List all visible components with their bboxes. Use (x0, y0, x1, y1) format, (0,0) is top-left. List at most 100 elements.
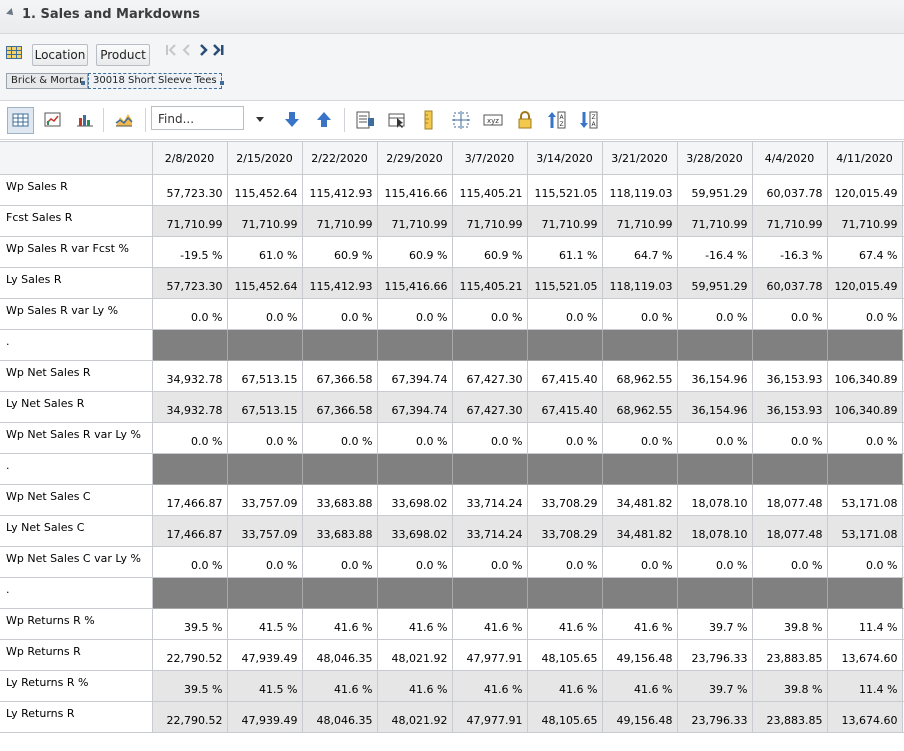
data-cell[interactable]: 0.0 % (376, 422, 453, 454)
data-cell[interactable]: 0.0 % (151, 546, 228, 578)
data-cell[interactable]: 36,154.96 (676, 391, 753, 423)
find-input[interactable]: Find... (151, 106, 244, 130)
data-cell[interactable]: 33,708.29 (526, 515, 603, 547)
data-cell[interactable]: 115,412.93 (301, 174, 378, 206)
data-cell[interactable]: 71,710.99 (751, 205, 828, 237)
data-cell[interactable]: 115,452.64 (226, 267, 303, 299)
last-page-icon[interactable] (213, 44, 224, 56)
data-cell[interactable]: 18,078.10 (676, 484, 753, 516)
data-cell[interactable] (376, 577, 453, 609)
data-cell[interactable] (301, 577, 378, 609)
data-cell[interactable]: 41.5 % (226, 670, 303, 702)
data-cell[interactable]: 67,394.74 (376, 360, 453, 392)
data-cell[interactable]: 23,883.85 (751, 639, 828, 671)
data-cell[interactable]: -16.3 % (751, 236, 828, 268)
data-cell[interactable]: 33,698.02 (376, 484, 453, 516)
row-label[interactable]: . (0, 329, 153, 361)
data-cell[interactable] (676, 453, 753, 485)
data-cell[interactable]: 48,021.92 (376, 639, 453, 671)
row-label[interactable]: Wp Net Sales C (0, 484, 153, 516)
row-label[interactable]: . (0, 577, 153, 609)
data-cell[interactable]: 39.7 % (676, 670, 753, 702)
sort-descending-icon[interactable]: ZA (577, 108, 601, 132)
data-cell[interactable] (376, 453, 453, 485)
data-cell[interactable]: -16.4 % (676, 236, 753, 268)
data-cell[interactable]: 0.0 % (376, 298, 453, 330)
row-label[interactable]: Wp Net Sales C var Ly % (0, 546, 153, 578)
find-dropdown-icon[interactable] (256, 117, 264, 122)
data-cell[interactable]: 33,757.09 (226, 515, 303, 547)
data-cell[interactable]: 60.9 % (301, 236, 378, 268)
column-header[interactable]: 2/15/2020 (226, 141, 303, 175)
data-cell[interactable]: 0.0 % (751, 422, 828, 454)
data-cell[interactable]: 23,883.85 (751, 701, 828, 733)
data-cell[interactable]: 47,977.91 (451, 639, 528, 671)
data-cell[interactable]: 0.0 % (526, 422, 603, 454)
data-cell[interactable]: 41.6 % (526, 608, 603, 640)
data-cell[interactable]: 23,796.33 (676, 701, 753, 733)
data-cell[interactable] (226, 453, 303, 485)
data-cell[interactable] (751, 577, 828, 609)
data-cell[interactable]: 39.7 % (676, 608, 753, 640)
data-cell[interactable]: 13,674.60 (826, 701, 903, 733)
data-cell[interactable]: 49,156.48 (601, 639, 678, 671)
data-cell[interactable]: 71,710.99 (451, 205, 528, 237)
data-cell[interactable]: 0.0 % (826, 422, 903, 454)
data-cell[interactable]: 60,037.78 (751, 174, 828, 206)
data-cell[interactable]: 67,415.40 (526, 360, 603, 392)
data-cell[interactable] (751, 453, 828, 485)
column-header[interactable]: 3/28/2020 (676, 141, 753, 175)
data-cell[interactable]: 0.0 % (826, 546, 903, 578)
row-label[interactable]: Wp Net Sales R var Ly % (0, 422, 153, 454)
data-cell[interactable] (151, 453, 228, 485)
data-cell[interactable]: 71,710.99 (301, 205, 378, 237)
breadcrumb-channel[interactable]: Brick & Mortar (6, 73, 89, 89)
table-icon[interactable] (6, 46, 22, 59)
data-cell[interactable]: 0.0 % (526, 546, 603, 578)
data-cell[interactable]: 64.7 % (601, 236, 678, 268)
data-cell[interactable]: 17,466.87 (151, 484, 228, 516)
chart-grid-icon[interactable] (41, 108, 65, 132)
data-cell[interactable]: 67,513.15 (226, 360, 303, 392)
data-cell[interactable]: 47,939.49 (226, 639, 303, 671)
data-cell[interactable]: 39.8 % (751, 608, 828, 640)
data-cell[interactable]: 0.0 % (526, 298, 603, 330)
data-cell[interactable]: 36,153.93 (751, 360, 828, 392)
data-cell[interactable]: 0.0 % (301, 546, 378, 578)
data-cell[interactable]: 61.0 % (226, 236, 303, 268)
data-cell[interactable]: 18,078.10 (676, 515, 753, 547)
data-cell[interactable]: 0.0 % (601, 298, 678, 330)
data-cell[interactable]: 0.0 % (676, 298, 753, 330)
data-cell[interactable]: 57,723.30 (151, 174, 228, 206)
data-cell[interactable]: 0.0 % (226, 546, 303, 578)
data-cell[interactable]: 71,710.99 (151, 205, 228, 237)
data-cell[interactable]: 33,714.24 (451, 515, 528, 547)
data-cell[interactable]: 115,405.21 (451, 267, 528, 299)
data-cell[interactable]: 57,723.30 (151, 267, 228, 299)
data-cell[interactable]: 61.1 % (526, 236, 603, 268)
data-cell[interactable]: 67,427.30 (451, 360, 528, 392)
data-cell[interactable]: 0.0 % (601, 422, 678, 454)
column-header[interactable]: 3/21/2020 (601, 141, 678, 175)
row-label[interactable]: Wp Returns R % (0, 608, 153, 640)
data-cell[interactable] (376, 329, 453, 361)
location-button[interactable]: Location (32, 44, 88, 66)
data-cell[interactable]: 36,153.93 (751, 391, 828, 423)
data-cell[interactable]: 71,710.99 (526, 205, 603, 237)
data-cell[interactable]: 115,416.66 (376, 174, 453, 206)
data-cell[interactable]: 0.0 % (376, 546, 453, 578)
data-cell[interactable]: 106,340.89 (826, 391, 903, 423)
data-cell[interactable]: 115,521.05 (526, 267, 603, 299)
data-cell[interactable] (826, 329, 903, 361)
data-cell[interactable]: 71,710.99 (601, 205, 678, 237)
column-header[interactable]: 2/8/2020 (151, 141, 228, 175)
data-cell[interactable]: 67.4 % (826, 236, 903, 268)
data-cell[interactable] (601, 453, 678, 485)
data-cell[interactable] (526, 453, 603, 485)
data-cell[interactable]: 22,790.52 (151, 639, 228, 671)
data-cell[interactable] (826, 577, 903, 609)
data-cell[interactable]: 53,171.08 (826, 484, 903, 516)
data-cell[interactable]: 0.0 % (451, 298, 528, 330)
data-cell[interactable]: 71,710.99 (376, 205, 453, 237)
data-cell[interactable] (601, 329, 678, 361)
